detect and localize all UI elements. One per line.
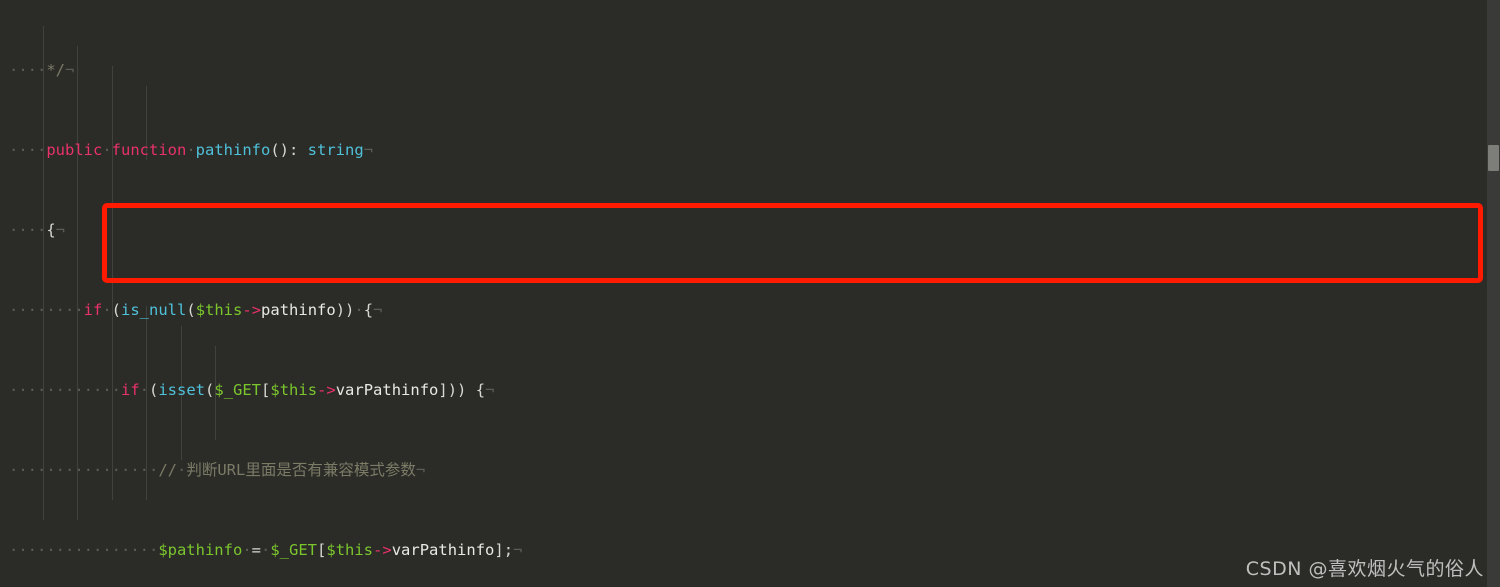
comment-cn-1: 判断URL里面是否有兼容模式参数 [186,461,416,479]
code-line[interactable]: ············if·(isset($_GET[$this->varPa… [0,380,1500,400]
code-line[interactable]: ················//·判断URL里面是否有兼容模式参数¬ [0,460,1500,480]
code-content[interactable]: ····*/¬ ····public·function·pathinfo(): … [0,0,1500,587]
vertical-scrollbar[interactable] [1487,0,1500,587]
code-line[interactable]: ····*/¬ [0,60,1500,80]
csdn-watermark: CSDN @喜欢烟火气的俗人 [1245,558,1484,580]
code-line[interactable]: ········if·(is_null($this->pathinfo))·{¬ [0,300,1500,320]
code-editor[interactable]: ····*/¬ ····public·function·pathinfo(): … [0,0,1500,587]
scrollbar-thumb[interactable] [1488,145,1499,171]
code-line[interactable]: ····public·function·pathinfo(): string¬ [0,140,1500,160]
code-line[interactable]: ····{¬ [0,220,1500,240]
